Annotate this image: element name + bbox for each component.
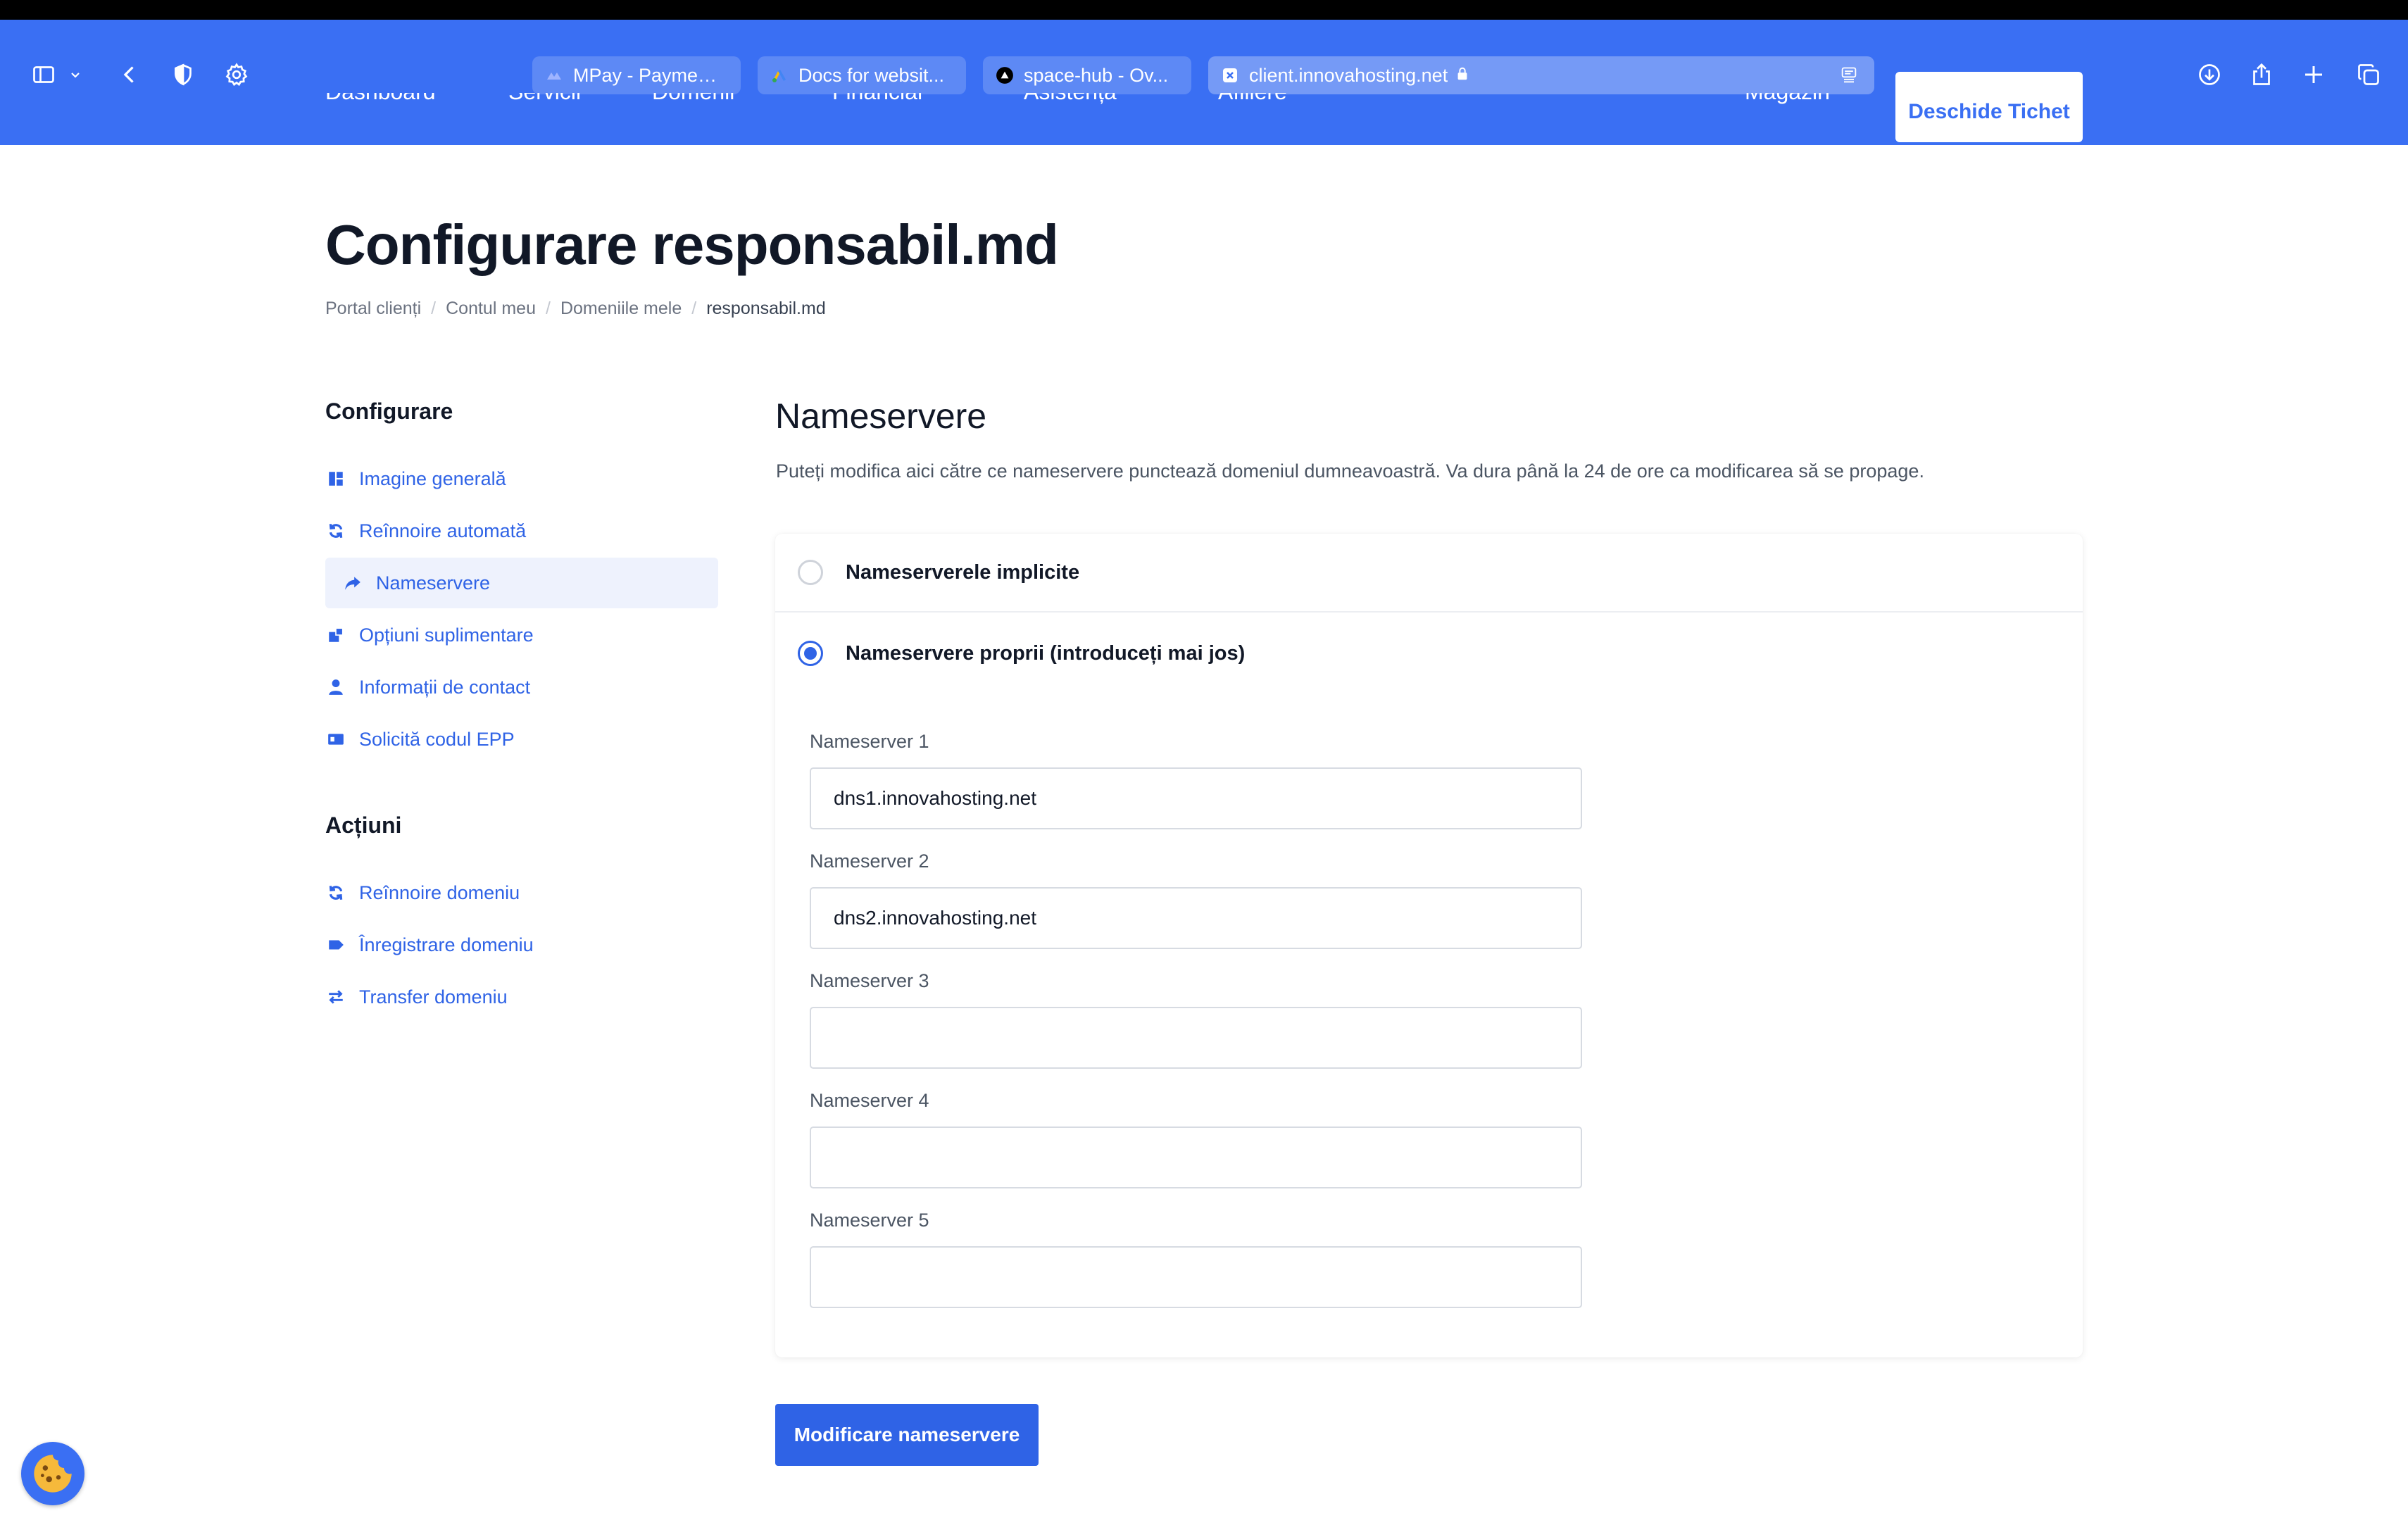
nameserver-2-input[interactable] xyxy=(810,887,1582,949)
chevron-down-icon[interactable] xyxy=(65,58,86,92)
nav-asistenta[interactable]: Asistența xyxy=(1024,93,1117,124)
sidebar-item-overview[interactable]: Imagine generală xyxy=(325,453,718,504)
tab-mpay[interactable]: MPay - Payment... xyxy=(532,56,741,94)
sidebar-item-transfer-domain[interactable]: Transfer domeniu xyxy=(325,972,718,1022)
nameserver-5-input[interactable] xyxy=(810,1246,1582,1308)
tag-icon xyxy=(325,934,346,955)
sidebar-toggle-icon[interactable] xyxy=(27,58,61,92)
id-card-icon xyxy=(325,729,346,750)
share-arrow-icon xyxy=(342,572,363,594)
reader-mode-icon[interactable] xyxy=(1839,65,1859,90)
sidebar-config-heading: Configurare xyxy=(325,398,453,424)
nameserver-1-input[interactable] xyxy=(810,767,1582,829)
sync-icon xyxy=(325,882,346,903)
option-custom-nameservers[interactable]: Nameservere proprii (introduceți mai jos… xyxy=(775,614,2083,693)
nav-servicii[interactable]: Servicii xyxy=(508,93,581,124)
nav-dashboard[interactable]: Dashboard xyxy=(325,93,436,124)
tab-client-innovahosting[interactable]: client.innovahosting.net xyxy=(1208,56,1874,94)
back-arrow-icon[interactable] xyxy=(113,58,146,92)
sidebar-item-addons[interactable]: Opțiuni suplimentare xyxy=(325,610,718,660)
open-ticket-button[interactable]: Deschide Tichet xyxy=(1895,72,2083,142)
tab-overview-icon[interactable] xyxy=(2352,58,2385,92)
gear-icon[interactable] xyxy=(220,58,253,92)
download-icon[interactable] xyxy=(2193,58,2226,92)
nav-domenii[interactable]: Domenii xyxy=(652,93,734,124)
breadcrumb-domains[interactable]: Domeniile mele xyxy=(560,299,682,318)
vercel-logo-icon xyxy=(996,66,1014,84)
system-top-bar xyxy=(0,0,2408,20)
breadcrumb: Portal clienți / Contul meu / Domeniile mele… xyxy=(325,299,826,318)
new-tab-icon[interactable] xyxy=(2297,58,2331,92)
sidebar-item-renew-domain[interactable]: Reînnoire domeniu xyxy=(325,867,718,918)
radio-custom-nameservers[interactable] xyxy=(798,641,823,666)
option-default-nameservers[interactable]: Nameserverele implicite xyxy=(775,534,2083,613)
dashboard-icon xyxy=(325,468,346,489)
breadcrumb-portal[interactable]: Portal clienți xyxy=(325,299,421,318)
transfer-icon xyxy=(325,986,346,1008)
nav-financiar[interactable]: Financiar xyxy=(832,93,925,124)
nameservers-description: Puteți modifica aici către ce nameserver… xyxy=(776,460,1924,482)
sidebar-item-nameservers[interactable]: Nameservere xyxy=(325,558,718,608)
cookie-settings-button[interactable] xyxy=(21,1442,84,1505)
nameservers-card: Nameserverele implicite Nameservere prop… xyxy=(775,534,2083,1357)
nameserver-1-label: Nameserver 1 xyxy=(810,731,929,752)
breadcrumb-account[interactable]: Contul meu xyxy=(446,299,536,318)
nameserver-4-input[interactable] xyxy=(810,1127,1582,1188)
nameserver-3-input[interactable] xyxy=(810,1007,1582,1069)
sidebar-item-epp-code[interactable]: Solicită codul EPP xyxy=(325,714,718,765)
nameserver-4-label: Nameserver 4 xyxy=(810,1090,929,1111)
tab-space-hub[interactable]: space-hub - Ov... xyxy=(983,56,1191,94)
sidebar-actions-heading: Acțiuni xyxy=(325,812,402,838)
sidebar-item-auto-renew[interactable]: Reînnoire automată xyxy=(325,506,718,556)
nameservers-title: Nameservere xyxy=(775,396,987,436)
nameserver-3-label: Nameserver 3 xyxy=(810,970,929,991)
page-title: Configurare responsabil.md xyxy=(325,213,1059,276)
nameserver-2-label: Nameserver 2 xyxy=(810,851,929,872)
site-favicon-icon xyxy=(1221,66,1239,84)
addons-icon xyxy=(325,625,346,646)
breadcrumb-current: responsabil.md xyxy=(706,299,826,318)
shield-icon[interactable] xyxy=(166,58,200,92)
change-nameservers-button[interactable]: Modificare nameservere xyxy=(775,1404,1039,1466)
nameserver-5-label: Nameserver 5 xyxy=(810,1210,929,1231)
sidebar-item-contact-info[interactable]: Informații de contact xyxy=(325,662,718,713)
mpay-logo-icon xyxy=(545,66,563,84)
cookie-icon xyxy=(34,1455,72,1493)
nav-magazin[interactable]: Magazin xyxy=(1745,93,1830,124)
sidebar-item-register-domain[interactable]: Înregistrare domeniu xyxy=(325,920,718,970)
tab-docs[interactable]: Docs for websit... xyxy=(758,56,966,94)
radio-default-nameservers[interactable] xyxy=(798,560,823,585)
browser-header: Dashboard Servicii Domenii Financiar Asi… xyxy=(0,20,2408,145)
nav-afiliere[interactable]: Afiliere xyxy=(1218,93,1287,124)
share-icon[interactable] xyxy=(2245,58,2278,92)
google-ads-icon xyxy=(770,66,789,84)
lock-icon xyxy=(1455,65,1470,87)
sync-icon xyxy=(325,520,346,541)
user-icon xyxy=(325,677,346,698)
